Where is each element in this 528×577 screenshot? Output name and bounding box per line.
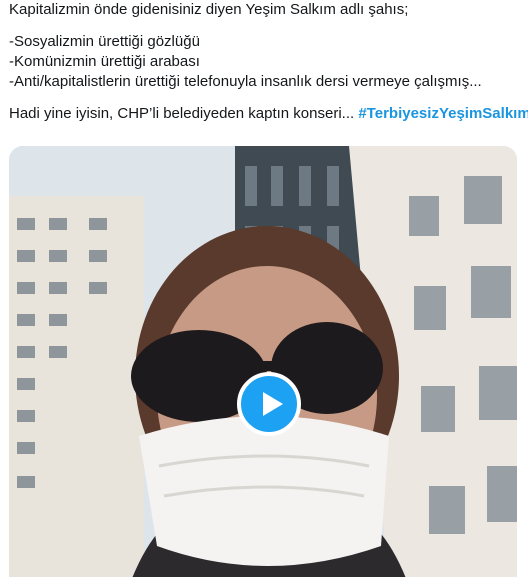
tweet-text-blank-line — [9, 20, 521, 32]
tweet-text-line: Kapitalizmin önde gidenisiniz diyen Yeşi… — [9, 1, 409, 18]
tweet: Kapitalizmin önde gidenisiniz diyen Yeşi… — [0, 0, 528, 577]
play-icon — [263, 392, 283, 416]
play-button[interactable] — [237, 372, 301, 436]
video-player[interactable] — [9, 146, 517, 577]
tweet-text-blank-line — [9, 92, 521, 104]
tweet-text-line: -Sosyalizmin ürettiği gözlüğü — [9, 33, 200, 50]
tweet-text-span: Hadi yine iyisin, CHP’li belediyeden kap… — [9, 105, 359, 122]
tweet-text-line: -Anti/kapitalistlerin ürettiği telefonuy… — [9, 73, 482, 90]
tweet-text: Kapitalizmin önde gidenisiniz diyen Yeşi… — [9, 0, 528, 124]
tweet-text-line: -Komünizmin ürettiği arabası — [9, 53, 200, 70]
hashtag-link[interactable]: #TerbiyesizYeşimSalkım — [358, 105, 528, 122]
tweet-text-line: Hadi yine iyisin, CHP’li belediyeden kap… — [9, 104, 528, 124]
video-thumbnail — [9, 146, 517, 577]
